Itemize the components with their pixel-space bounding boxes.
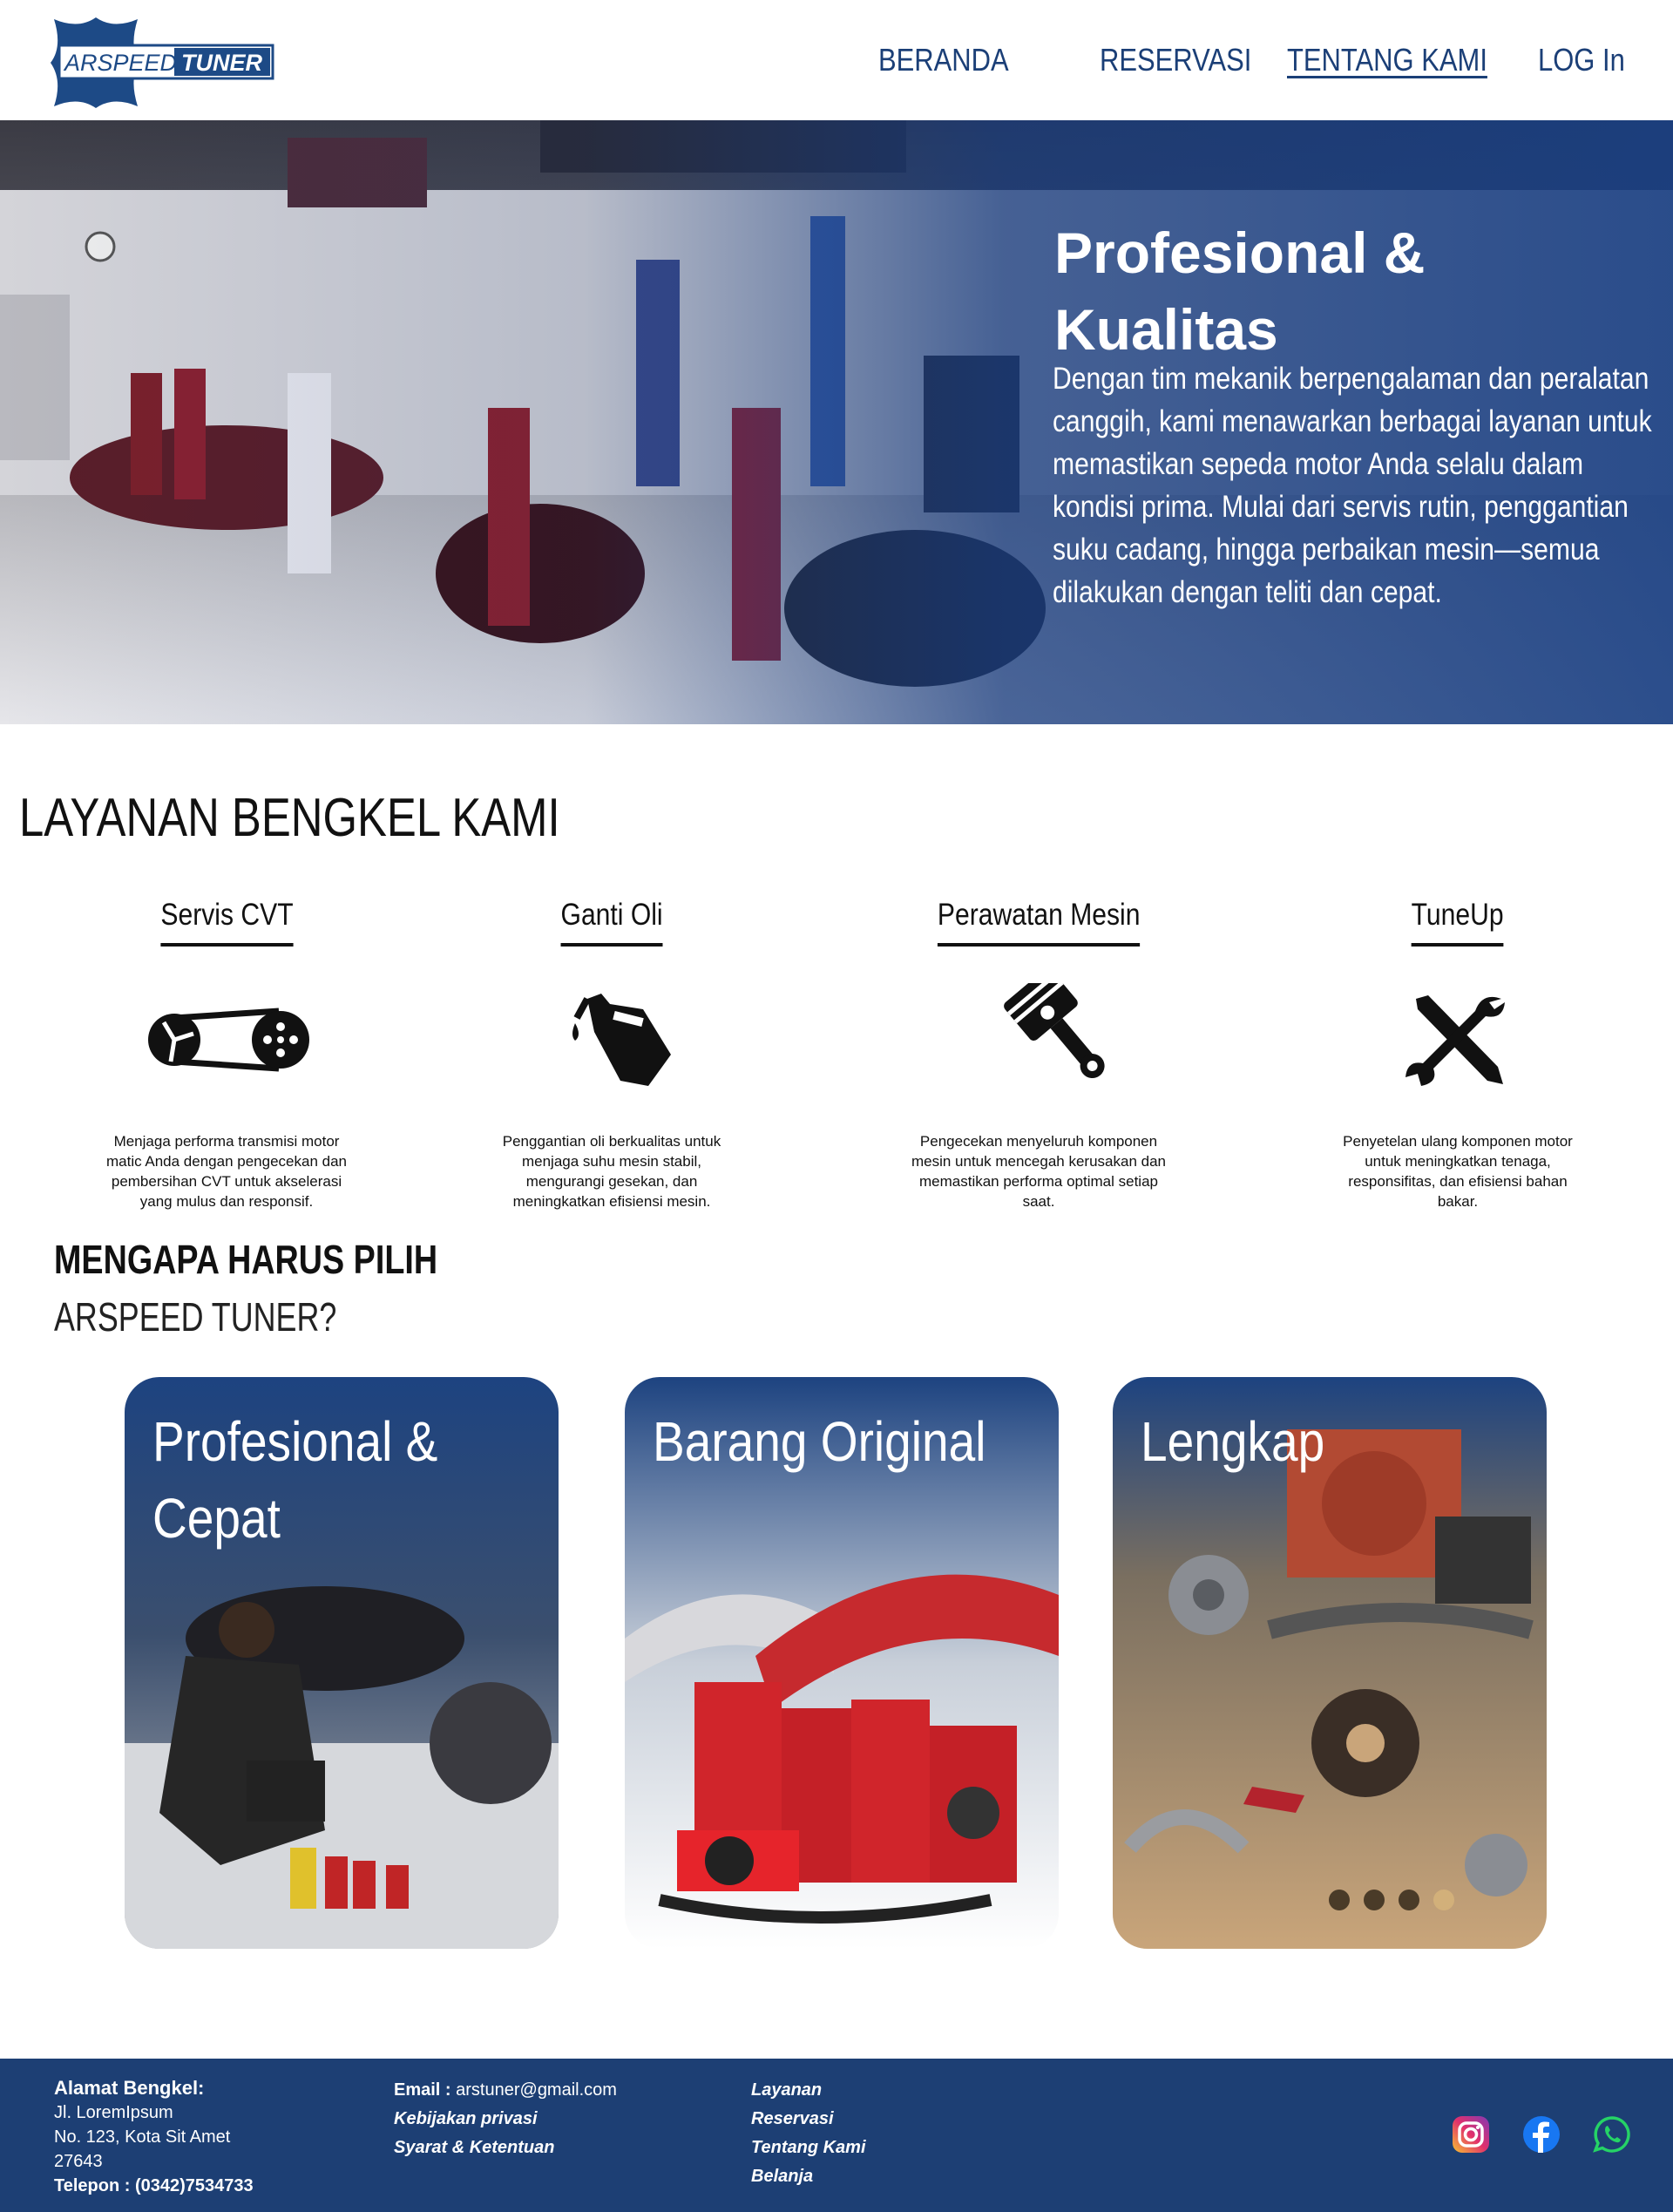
card-title: Profesional & Cepat [152, 1410, 438, 1550]
piston-icon [1004, 983, 1105, 1079]
card-title: Lengkap [1141, 1410, 1325, 1473]
service-description: Pengecekan menyeluruh komponen mesin unt… [911, 1133, 1166, 1210]
oil-can-icon [572, 994, 671, 1086]
service-card-oli[interactable]: Ganti Oli Penggantian oli berkualitas un… [464, 898, 760, 1211]
feature-card-original[interactable]: Barang Original [625, 1377, 1059, 1949]
footer-link-layanan[interactable]: Layanan [751, 2076, 866, 2105]
services-heading: LAYANAN BENGKEL KAMI [19, 788, 560, 848]
address-line: 27643 [54, 2152, 103, 2171]
footer-link-belanja[interactable]: Belanja [751, 2162, 866, 2191]
service-description: Penyetelan ulang komponen motor untuk me… [1343, 1133, 1573, 1210]
nav-reservasi[interactable]: RESERVASI [1100, 42, 1251, 78]
feature-card-profesional[interactable]: Profesional & Cepat [125, 1377, 559, 1949]
wrench-screwdriver-icon [1405, 995, 1505, 1086]
footer-address: Alamat Bengkel: Jl. LoremIpsum No. 123, … [54, 2076, 254, 2198]
service-card-tuneup[interactable]: TuneUp Penyetelan ulang komponen motor u… [1310, 898, 1606, 1211]
terms-link[interactable]: Syarat & Ketentuan [394, 2134, 617, 2162]
hero-description: Dengan tim mekanik berpengalaman dan per… [1053, 362, 1652, 609]
service-card-cvt[interactable]: Servis CVT Menjaga performa transmisi mo… [78, 898, 375, 1211]
instagram-icon[interactable] [1452, 2115, 1490, 2154]
address-line: Jl. LoremIpsum [54, 2103, 173, 2122]
brand-left-text: ARSPEED [63, 50, 177, 76]
top-navbar: ARSPEED TUNER BERANDA RESERVASI TENTANG … [0, 0, 1673, 120]
card-title: Barang Original [653, 1410, 986, 1473]
address-line: No. 123, Kota Sit Amet [54, 2127, 231, 2147]
brand-right-text: TUNER [181, 50, 262, 76]
email-label: Email : [394, 2080, 457, 2100]
footer-link-reservasi[interactable]: Reservasi [751, 2105, 866, 2134]
nav-login[interactable]: LOG In [1538, 42, 1625, 78]
footer-contact: Email : arstuner@gmail.com Kebijakan pri… [394, 2076, 617, 2162]
service-name: Perawatan Mesin [937, 898, 1141, 947]
hero-title: Profesional & Kualitas [1054, 221, 1426, 362]
brand-logo[interactable]: ARSPEED TUNER [44, 12, 279, 112]
footer-links: Layanan Reservasi Tentang Kami Belanja [751, 2076, 866, 2191]
why-heading: MENGAPA HARUS PILIH [54, 1237, 438, 1282]
service-description: Penggantian oli berkualitas untuk menjag… [502, 1133, 721, 1210]
nav-tentang-kami[interactable]: TENTANG KAMI [1287, 42, 1487, 78]
why-subheading: ARSPEED TUNER? [54, 1294, 337, 1340]
service-name: TuneUp [1412, 898, 1504, 947]
feature-card-lengkap[interactable]: Lengkap [1113, 1377, 1547, 1949]
cvt-belt-icon [148, 1008, 309, 1072]
service-name: Ganti Oli [560, 898, 663, 947]
phone-label: Telepon : [54, 2176, 135, 2195]
service-description: Menjaga performa transmisi motor matic A… [105, 1133, 347, 1210]
footer-link-tentang-kami[interactable]: Tentang Kami [751, 2134, 866, 2162]
phone-number[interactable]: (0342)7534733 [135, 2176, 254, 2195]
footer: Alamat Bengkel: Jl. LoremIpsum No. 123, … [0, 2059, 1673, 2212]
facebook-icon[interactable] [1522, 2115, 1561, 2154]
service-card-mesin[interactable]: Perawatan Mesin Pengecekan menyeluruh ko… [891, 898, 1187, 1211]
nav-beranda[interactable]: BERANDA [878, 42, 1009, 78]
address-label: Alamat Bengkel: [54, 2077, 205, 2099]
service-name: Servis CVT [159, 898, 294, 947]
hero-banner: Profesional & Kualitas Dengan tim mekani… [0, 120, 1673, 724]
whatsapp-icon[interactable] [1593, 2115, 1631, 2154]
email-link[interactable]: arstuner@gmail.com [456, 2080, 617, 2100]
privacy-link[interactable]: Kebijakan privasi [394, 2105, 617, 2134]
